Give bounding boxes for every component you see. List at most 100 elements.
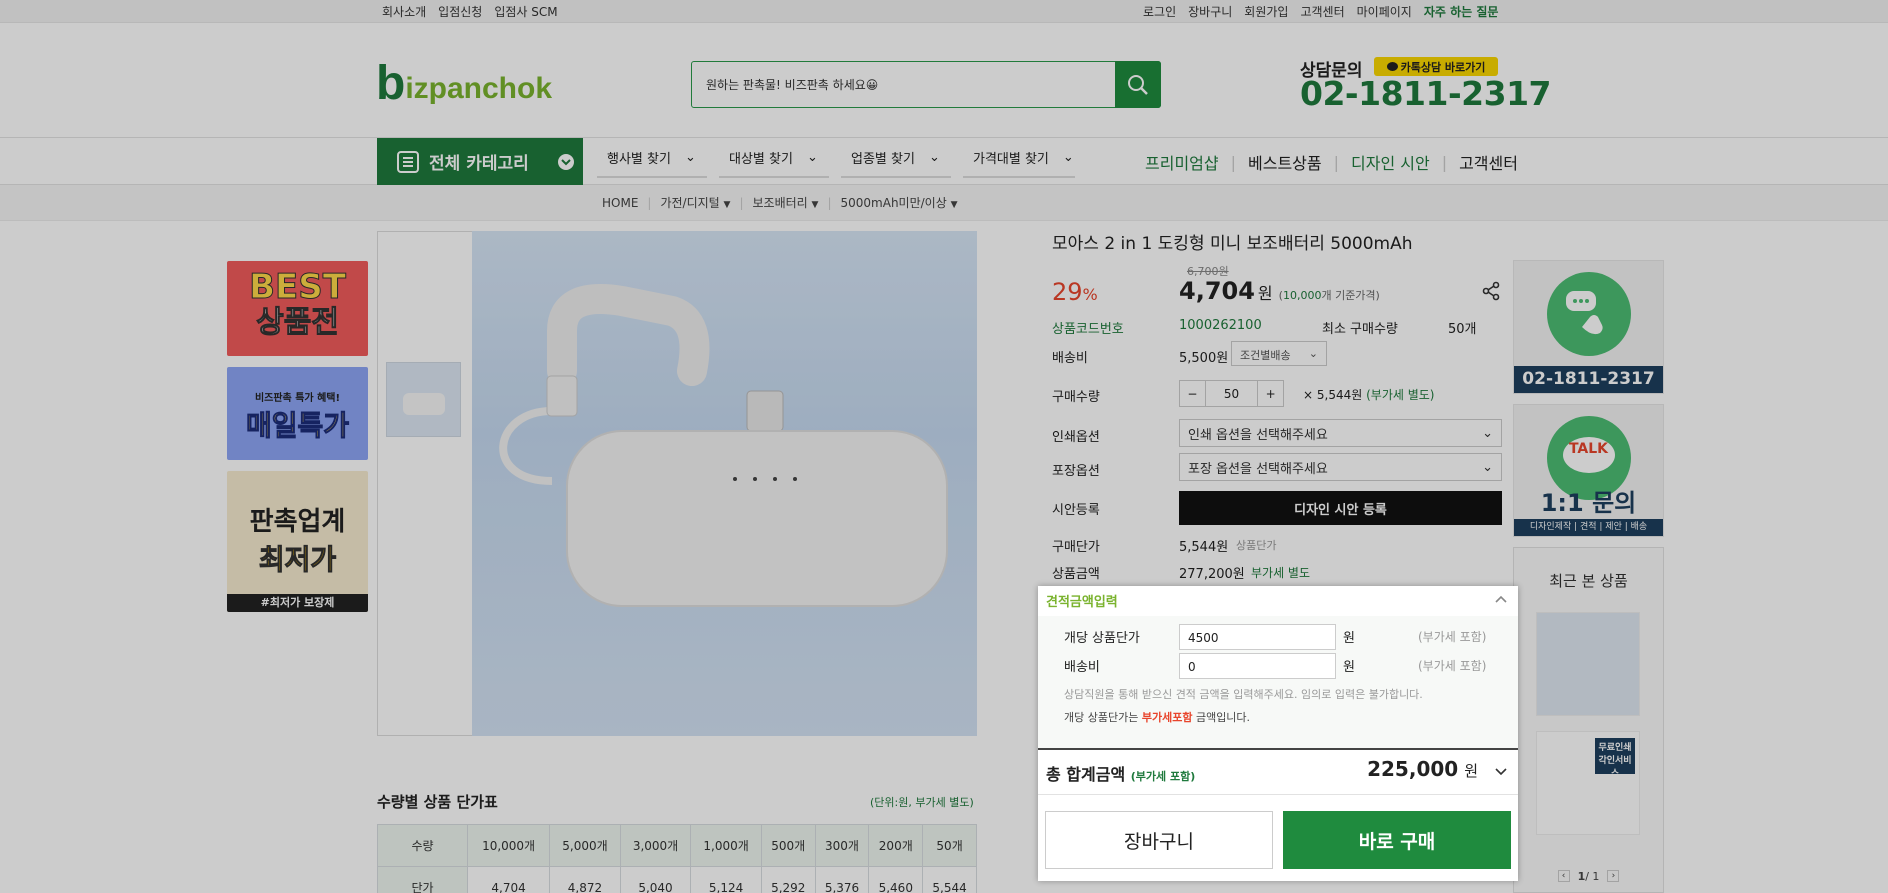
qty-input[interactable]: 50 <box>1206 381 1257 406</box>
unit-price-label: 구매단가 <box>1052 540 1100 555</box>
nav-target-label: 대상별 찾기 <box>729 152 793 167</box>
logo-text: izpanchok <box>405 72 553 105</box>
mypage-link[interactable]: 마이페이지 <box>1357 3 1412 20</box>
partner-apply-link[interactable]: 입점신청 <box>438 3 482 20</box>
shipping-label: 배송비 <box>1052 351 1088 366</box>
lowest-price-banner[interactable]: 판촉업계 최저가 #최저가 보장제 <box>227 471 368 612</box>
nav-design[interactable]: 디자인 시안 <box>1351 150 1430 174</box>
menu-list-icon <box>397 150 419 173</box>
table-row: 단가 4,704 4,872 5,040 5,124 5,292 5,376 5… <box>377 866 977 893</box>
nav-price-label: 가격대별 찾기 <box>973 152 1049 167</box>
nav-industry[interactable]: 업종별 찾기 ⌄ <box>851 148 940 167</box>
faq-link[interactable]: 자주 하는 질문 <box>1424 3 1499 20</box>
table-header-cell: 200개 <box>868 824 924 867</box>
add-to-cart-button[interactable]: 장바구니 <box>1045 811 1273 869</box>
sale-price: 4,704 원 (10,000개 기준가격) <box>1179 277 1380 305</box>
unit-price-value: 5,544원 <box>1179 540 1229 555</box>
qty-plus-button[interactable]: + <box>1257 381 1283 406</box>
estimate-panel: 견적금액입력 개당 상품단가 4500 원 (부가세 포함) 배송비 0 원 (… <box>1038 586 1518 881</box>
call-consult-banner[interactable]: 02-1811-2317 <box>1513 260 1664 394</box>
pack-option-label: 포장옵션 <box>1052 464 1100 479</box>
print-option-placeholder: 인쇄 옵션을 선택해주세요 <box>1188 427 1328 443</box>
nav-industry-label: 업종별 찾기 <box>851 152 915 167</box>
design-register-label: 시안등록 <box>1052 503 1100 518</box>
table-cell: 5,376 <box>814 866 870 893</box>
lowest-banner-line2: 최저가 <box>258 543 337 577</box>
estimate-divider <box>1038 748 1518 750</box>
chevron-down-icon: ⌄ <box>1482 459 1493 475</box>
breadcrumb-category-3[interactable]: 5000mAh미만/이상 ▼ <box>841 194 958 211</box>
quantity-stepper: − 50 + <box>1179 380 1284 407</box>
price-basis-qty: 10,000 <box>1282 289 1322 302</box>
share-icon[interactable] <box>1482 281 1500 301</box>
nav-target[interactable]: 대상별 찾기 ⌄ <box>729 148 818 167</box>
kakao-talk-icon <box>1386 62 1398 71</box>
chevron-down-icon: ⌄ <box>928 150 940 165</box>
shipping-value: 5,500원 <box>1179 351 1229 366</box>
nav-price[interactable]: 가격대별 찾기 ⌄ <box>973 148 1074 167</box>
table-header-cell: 수량 <box>377 824 468 867</box>
support-link[interactable]: 고객센터 <box>1300 3 1344 20</box>
one-to-one-inquiry-banner[interactable]: TALK 1:1 문의 디자인제작 | 견적 | 제안 | 배송 <box>1513 404 1664 537</box>
daily-deal-banner[interactable]: 비즈판촉 특가 혜택! 매일특가 <box>227 367 368 460</box>
cart-link[interactable]: 장바구니 <box>1188 3 1232 20</box>
min-qty-value: 50개 <box>1448 322 1477 337</box>
partner-scm-link[interactable]: 입점사 SCM <box>494 3 557 20</box>
breadcrumb-home[interactable]: HOME <box>602 196 638 210</box>
nav-underline <box>841 176 951 178</box>
estimate-notice-2: 개당 상품단가는 부가세포함 금액입니다. <box>1064 709 1250 725</box>
qty-minus-button[interactable]: − <box>1180 381 1206 406</box>
recent-product-1[interactable] <box>1536 612 1640 716</box>
bizpanchok-logo[interactable]: b izpanchok <box>376 56 582 110</box>
company-link[interactable]: 회사소개 <box>382 3 426 20</box>
table-cell: 4,704 <box>466 866 551 893</box>
nav-best[interactable]: 베스트상품 <box>1248 150 1322 174</box>
buy-now-button[interactable]: 바로 구매 <box>1283 811 1511 869</box>
all-category-button[interactable]: 전체 카테고리 <box>377 138 583 185</box>
unit-price-input-label: 개당 상품단가 <box>1064 631 1140 646</box>
table-header-cell: 500개 <box>760 824 816 867</box>
pack-option-placeholder: 포장 옵션을 선택해주세요 <box>1188 461 1328 477</box>
estimate-form: 개당 상품단가 4500 원 (부가세 포함) 배송비 0 원 (부가세 포함)… <box>1038 616 1518 748</box>
table-header-cell: 5,000개 <box>549 824 621 867</box>
qty-label: 구매수량 <box>1052 390 1100 405</box>
unit-price-input[interactable]: 4500 <box>1179 624 1336 650</box>
nav-event[interactable]: 행사별 찾기 ⌄ <box>607 148 696 167</box>
free-print-badge: 무료인쇄 각인서비스 <box>1595 738 1635 779</box>
min-qty-label: 최소 구매수량 <box>1322 322 1398 337</box>
print-option-select[interactable]: 인쇄 옵션을 선택해주세요 ⌄ <box>1179 419 1502 447</box>
product-main-image <box>472 231 977 736</box>
shipping-option-label: 조건별배송 <box>1240 349 1291 362</box>
nav-premium-shop[interactable]: 프리미엄샵 <box>1145 150 1219 174</box>
recent-products-title: 최근 본 상품 <box>1549 572 1628 590</box>
chevron-up-icon[interactable] <box>1494 594 1508 604</box>
unit-price-won: 원 <box>1343 631 1355 646</box>
qty-unit-price: × 5,544원 (부가세 별도) <box>1303 386 1434 403</box>
signup-link[interactable]: 회원가입 <box>1244 3 1288 20</box>
total-amount-unit: 원 <box>1464 762 1478 780</box>
next-page-button[interactable]: › <box>1607 870 1620 882</box>
breadcrumb-category-1[interactable]: 가전/디지털 ▼ <box>660 194 730 211</box>
chevron-down-icon[interactable] <box>1494 767 1508 777</box>
shipping-won: 원 <box>1343 660 1355 675</box>
prev-page-button[interactable]: ‹ <box>1557 870 1570 882</box>
best-banner-line2: 상품전 <box>256 305 340 341</box>
shipping-option-select[interactable]: 조건별배송 ⌄ <box>1231 341 1327 366</box>
kakao-consult-label: 카톡상담 바로가기 <box>1400 60 1486 74</box>
chevron-down-icon: ⌄ <box>684 150 696 165</box>
search-input[interactable]: 원하는 판촉물! 비즈판촉 하세요😀 <box>706 76 878 93</box>
breadcrumb-category-2[interactable]: 보조배터리 ▼ <box>753 194 819 211</box>
recent-product-2[interactable]: 무료인쇄 각인서비스 <box>1536 731 1640 835</box>
nav-support[interactable]: 고객센터 <box>1459 150 1518 174</box>
search-button[interactable] <box>1115 61 1161 108</box>
design-register-button[interactable]: 디자인 시안 등록 <box>1179 491 1502 525</box>
login-link[interactable]: 로그인 <box>1143 3 1176 20</box>
pack-option-select[interactable]: 포장 옵션을 선택해주세요 ⌄ <box>1179 453 1502 481</box>
total-amount-value: 225,000 <box>1367 757 1459 781</box>
table-header-cell: 1,000개 <box>690 824 762 867</box>
shipping-input[interactable]: 0 <box>1179 653 1336 679</box>
product-thumbnail[interactable] <box>386 362 461 437</box>
best-products-banner[interactable]: BEST 상품전 <box>227 261 368 356</box>
logo-b: b <box>376 57 406 110</box>
table-header-cell: 50개 <box>922 824 977 867</box>
